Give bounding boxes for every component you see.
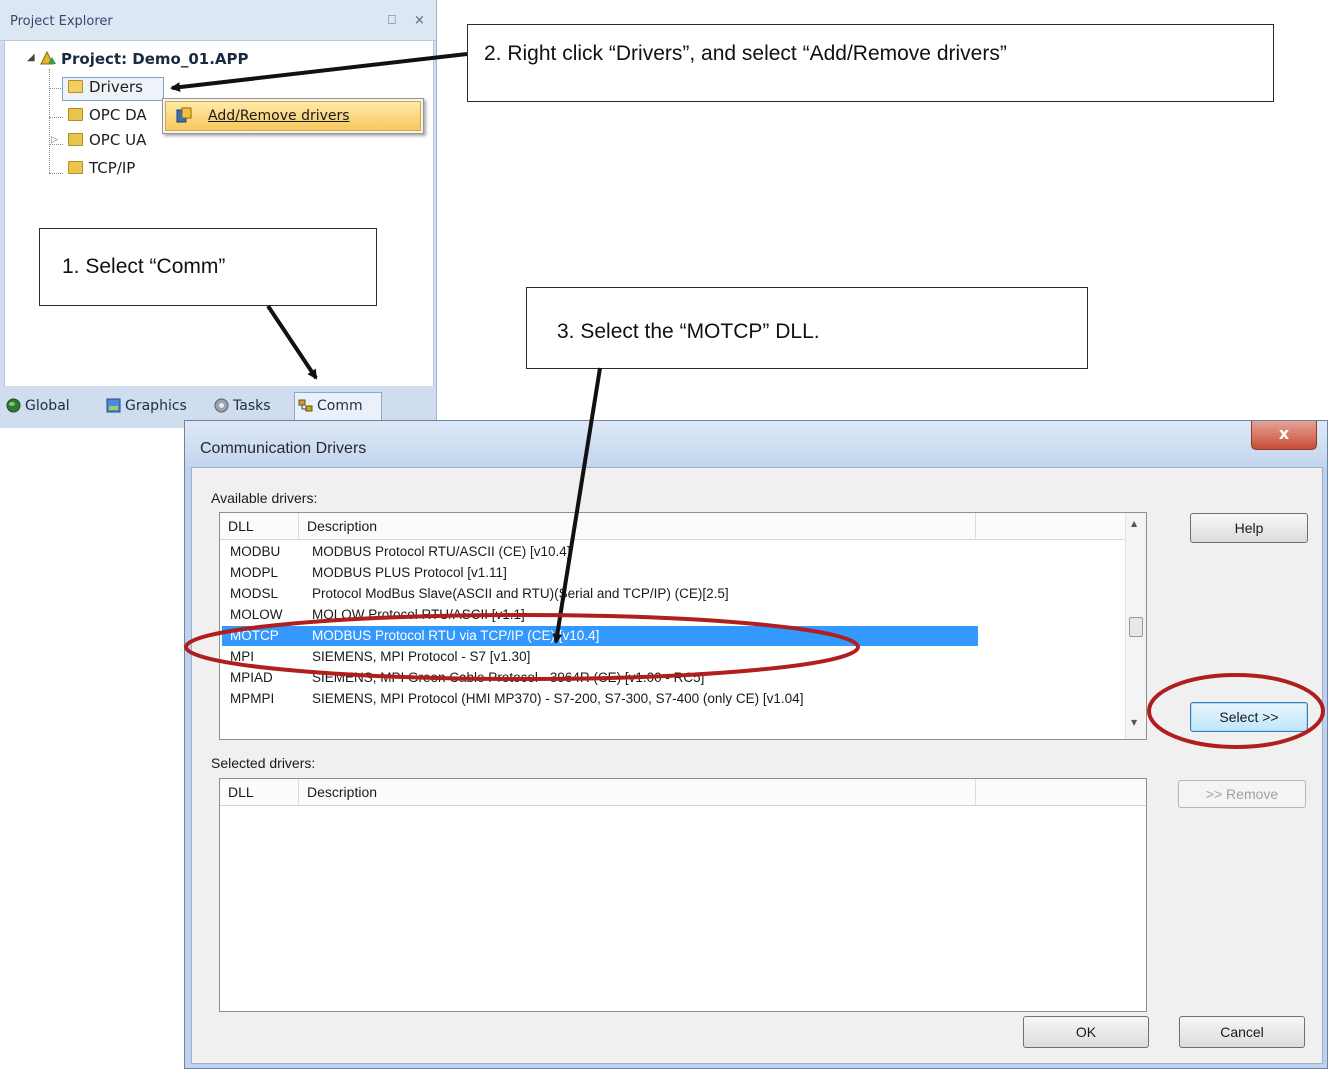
folder-icon [68,133,83,146]
driver-row-mpiad[interactable]: MPIAD SIEMENS, MPI Green Cable Protocol -… [222,668,978,688]
help-button[interactable]: Help [1190,513,1308,543]
callout-text: 3. Select the “MOTCP” DLL. [557,320,820,343]
tree-line [49,88,63,89]
tree-item-opc-ua[interactable]: OPC UA [68,131,146,149]
dll-cell: MODSL [230,586,279,601]
remove-button[interactable]: >> Remove [1178,780,1306,808]
selected-drivers-list[interactable]: DLL Description [219,778,1147,1012]
driver-row-mpmpi[interactable]: MPMPI SIEMENS, MPI Protocol (HMI MP370) -… [222,689,978,709]
callout-text: 2. Right click “Drivers”, and select “Ad… [484,42,1007,65]
dialog-title: Communication Drivers [200,440,367,457]
column-header-description[interactable]: Description [299,779,976,805]
tab-graphics[interactable]: Graphics [106,398,187,414]
communication-drivers-dialog: Communication Drivers x Available driver… [184,420,1328,1069]
dll-cell: MPIAD [230,670,273,685]
drivers-icon [176,107,192,123]
pin-icon[interactable]: ⎕ [388,13,396,28]
graphics-icon [106,398,121,413]
description-cell: Protocol ModBus Slave(ASCII and RTU)(Ser… [312,586,729,601]
description-cell: SIEMENS, MPI Green Cable Protocol - 3964… [312,670,705,685]
close-panel-icon[interactable]: × [414,13,425,28]
folder-icon [68,80,83,93]
description-cell: MOLOW Protocol RTU/ASCII [v1.1] [312,607,525,622]
folder-icon [68,108,83,121]
tree-item-label: OPC UA [89,131,147,149]
expand-arrow-icon[interactable]: ▷ [51,135,58,145]
driver-row-modbu[interactable]: MODBU MODBUS Protocol RTU/ASCII (CE) [v10… [222,542,978,562]
select-button[interactable]: Select >> [1190,702,1308,732]
cancel-button[interactable]: Cancel [1179,1016,1305,1048]
collapse-arrow-icon[interactable]: ◢ [27,52,35,63]
description-cell: MODBUS Protocol RTU via TCP/IP (CE) [v10… [312,628,600,643]
project-explorer-titlebar: Project Explorer ⎕ × [0,0,436,41]
scrollbar-thumb[interactable] [1129,617,1143,637]
driver-row-molow[interactable]: MOLOW MOLOW Protocol RTU/ASCII [v1.1] [222,605,978,625]
project-node-label[interactable]: Project: Demo_01.APP [61,50,249,68]
callout-step-1: 1. Select “Comm” [39,228,377,306]
column-header-description[interactable]: Description [299,513,976,539]
vertical-scrollbar[interactable]: ▲ ▼ [1125,513,1146,739]
tree-item-drivers[interactable]: Drivers [68,78,143,96]
tree-item-opc-da[interactable]: OPC DA [68,106,147,124]
menu-item-label: Add/Remove drivers [208,108,350,124]
callout-step-2: 2. Right click “Drivers”, and select “Ad… [467,24,1274,102]
project-explorer-panel: Project Explorer ⎕ × ◢ Project: Demo_01.… [0,0,437,428]
callout-text: 1. Select “Comm” [62,255,226,278]
driver-row-mpi[interactable]: MPI SIEMENS, MPI Protocol - S7 [v1.30] [222,647,978,667]
tab-label: Graphics [125,398,187,414]
dll-cell: MODBU [230,544,281,559]
dll-cell: MOLOW [230,607,283,622]
list-header: DLL Description [220,779,1146,806]
menu-item-add-remove-drivers[interactable]: Add/Remove drivers [165,101,421,131]
driver-row-modpl[interactable]: MODPL MODBUS PLUS Protocol [v1.11] [222,563,978,583]
tab-label: Global [25,398,70,414]
driver-row-modsl[interactable]: MODSL Protocol ModBus Slave(ASCII and RTU… [222,584,978,604]
project-icon [39,50,57,66]
close-button[interactable]: x [1251,421,1317,450]
column-header-dll[interactable]: DLL [220,779,299,805]
tree-item-label: Drivers [89,78,143,96]
tree-line [49,173,63,174]
tasks-icon [214,398,229,413]
dll-cell: MPI [230,649,255,664]
driver-row-motcp[interactable]: MOTCP MODBUS Protocol RTU via TCP/IP (CE)… [222,626,978,646]
ok-button[interactable]: OK [1023,1016,1149,1048]
selected-drivers-label: Selected drivers: [211,755,316,771]
tab-label: Comm [317,398,363,414]
folder-icon [68,161,83,174]
dialog-titlebar: Communication Drivers x [185,421,1327,467]
tree-item-tcp-ip[interactable]: TCP/IP [68,159,135,177]
tab-global[interactable]: Global [6,398,70,414]
tab-tasks[interactable]: Tasks [214,398,271,414]
description-cell: SIEMENS, MPI Protocol (HMI MP370) - S7-2… [312,691,804,706]
scroll-down-icon[interactable]: ▼ [1131,718,1137,727]
column-header-dll[interactable]: DLL [220,513,299,539]
dll-cell: MODPL [230,565,279,580]
dll-cell: MPMPI [230,691,275,706]
available-drivers-label: Available drivers: [211,490,318,506]
description-cell: MODBUS PLUS Protocol [v1.11] [312,565,507,580]
description-cell: SIEMENS, MPI Protocol - S7 [v1.30] [312,649,531,664]
tree-line [49,117,63,118]
context-menu: Add/Remove drivers [162,98,424,134]
description-cell: MODBUS Protocol RTU/ASCII (CE) [v10.4] [312,544,571,559]
comm-icon [298,398,313,413]
panel-title: Project Explorer [10,14,113,29]
tree-line [49,69,50,173]
tree-item-label: TCP/IP [89,159,136,177]
tab-label: Tasks [233,398,271,414]
tab-comm[interactable]: Comm [298,398,363,414]
scroll-up-icon[interactable]: ▲ [1131,519,1137,528]
list-header: DLL Description [220,513,1125,540]
available-drivers-list[interactable]: DLL Description MODBU MODBUS Protocol RTU… [219,512,1147,740]
dll-cell: MOTCP [230,628,279,643]
tree-item-label: OPC DA [89,106,147,124]
callout-step-3: 3. Select the “MOTCP” DLL. [526,287,1088,369]
dialog-client-area: Available drivers: DLL Description MODBU… [191,467,1323,1064]
globe-icon [6,398,21,413]
